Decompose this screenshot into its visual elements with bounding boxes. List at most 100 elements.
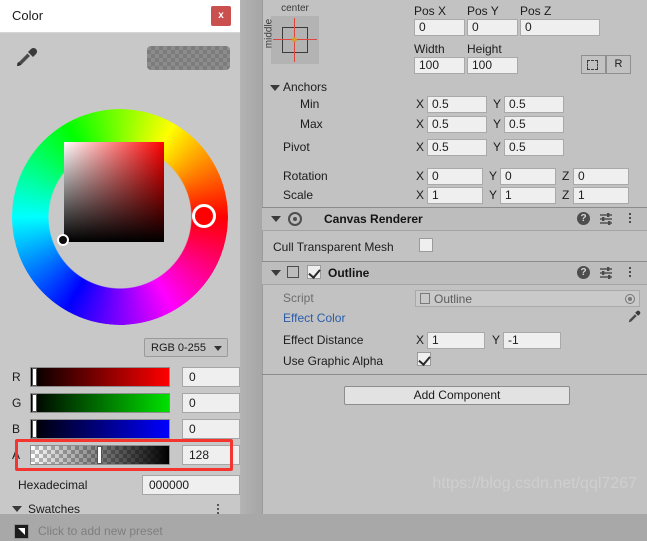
hexadecimal-label: Hexadecimal bbox=[18, 478, 88, 492]
rotation-axis-y: Y bbox=[489, 169, 498, 183]
chevron-down-icon[interactable] bbox=[270, 85, 280, 91]
scale-label: Scale bbox=[283, 188, 314, 202]
chevron-down-icon[interactable] bbox=[271, 270, 281, 276]
pos-x-field[interactable]: 0 bbox=[414, 19, 465, 36]
anchor-min-x-field[interactable]: 0.5 bbox=[427, 96, 487, 113]
effect-distance-x-field[interactable]: 1 bbox=[427, 332, 485, 349]
height-field[interactable]: 100 bbox=[467, 57, 518, 74]
channel-value-r[interactable]: 0 bbox=[182, 367, 240, 387]
scale-z-field[interactable]: 1 bbox=[573, 187, 629, 204]
hue-cursor-handle[interactable] bbox=[192, 204, 216, 228]
pos-y-field[interactable]: 0 bbox=[467, 19, 518, 36]
blueprint-mode-button[interactable] bbox=[581, 55, 606, 74]
pivot-x-field[interactable]: 0.5 bbox=[427, 139, 487, 156]
object-select-icon[interactable] bbox=[625, 294, 635, 304]
add-component-button[interactable]: Add Component bbox=[344, 386, 570, 405]
anchor-max-label: Max bbox=[300, 117, 323, 131]
channel-knob-b[interactable] bbox=[33, 421, 36, 437]
help-icon[interactable]: ? bbox=[577, 266, 590, 279]
anchor-pivot-dot bbox=[292, 37, 297, 42]
channel-label-r: R bbox=[12, 370, 21, 384]
kebab-menu-icon[interactable] bbox=[625, 211, 635, 226]
rotation-z-field[interactable]: 0 bbox=[573, 168, 629, 185]
cull-transparent-mesh-label: Cull Transparent Mesh bbox=[273, 240, 394, 254]
saturation-value-square[interactable] bbox=[64, 142, 164, 242]
channel-label-g: G bbox=[12, 396, 22, 410]
scale-x-field[interactable]: 1 bbox=[427, 187, 483, 204]
canvas-renderer-header[interactable]: Canvas Renderer ? bbox=[262, 207, 647, 231]
color-wheel[interactable] bbox=[12, 109, 228, 325]
anchor-min-label: Min bbox=[300, 97, 320, 111]
outline-header[interactable]: Outline ? bbox=[262, 261, 647, 285]
anchors-label: Anchors bbox=[283, 80, 328, 94]
raw-mode-button[interactable]: R bbox=[606, 55, 631, 74]
kebab-menu-icon[interactable] bbox=[625, 265, 635, 280]
screen-root: Color x RGB 0-255 R 0 G 0 B 0 A 128 Hexa… bbox=[0, 0, 647, 539]
pos-z-label: Pos Z bbox=[520, 4, 552, 18]
rotation-y-field[interactable]: 0 bbox=[500, 168, 556, 185]
add-preset-row[interactable]: Click to add new preset bbox=[14, 523, 228, 541]
outline-header-icons: ? bbox=[577, 266, 639, 280]
channel-slider-b[interactable] bbox=[30, 419, 170, 439]
cull-transparent-mesh-checkbox[interactable] bbox=[419, 238, 433, 252]
script-file-icon bbox=[420, 293, 430, 304]
anchor-preset-widget[interactable] bbox=[271, 16, 319, 64]
channel-slider-r[interactable] bbox=[30, 367, 170, 387]
channel-knob-r[interactable] bbox=[33, 369, 36, 385]
swatches-header[interactable]: Swatches bbox=[12, 501, 228, 519]
blueprint-mode-icon bbox=[587, 60, 598, 70]
preset-icon[interactable] bbox=[599, 212, 613, 225]
use-graphic-alpha-label: Use Graphic Alpha bbox=[283, 354, 384, 368]
width-field[interactable]: 100 bbox=[414, 57, 465, 74]
outline-title: Outline bbox=[328, 266, 370, 280]
scale-axis-x: X bbox=[416, 188, 425, 202]
add-preset-label: Click to add new preset bbox=[38, 524, 163, 538]
effect-color-label: Effect Color bbox=[283, 311, 346, 325]
channel-value-g[interactable]: 0 bbox=[182, 393, 240, 413]
effect-color-eyedropper-icon[interactable] bbox=[626, 309, 642, 325]
anchor-min-axis-x: X bbox=[416, 97, 425, 111]
anchor-max-y-field[interactable]: 0.5 bbox=[504, 116, 564, 133]
channel-value-alpha[interactable]: 128 bbox=[182, 445, 240, 465]
page-title: Color bbox=[12, 8, 44, 23]
channel-slider-g[interactable] bbox=[30, 393, 170, 413]
anchor-vertical-label: middle bbox=[263, 18, 275, 49]
effect-distance-axis-x: X bbox=[416, 333, 425, 347]
rotation-x-field[interactable]: 0 bbox=[427, 168, 483, 185]
outline-enabled-checkbox[interactable] bbox=[307, 265, 321, 279]
pos-y-label: Pos Y bbox=[467, 4, 499, 18]
channel-value-b[interactable]: 0 bbox=[182, 419, 240, 439]
color-mode-dropdown[interactable]: RGB 0-255 bbox=[144, 338, 228, 357]
scale-y-field[interactable]: 1 bbox=[500, 187, 556, 204]
eyedropper-icon[interactable] bbox=[12, 45, 38, 71]
effect-distance-label: Effect Distance bbox=[283, 333, 364, 347]
panel-gap bbox=[240, 0, 262, 514]
pos-z-field[interactable]: 0 bbox=[520, 19, 600, 36]
use-graphic-alpha-checkbox[interactable] bbox=[417, 352, 431, 366]
channel-slider-alpha[interactable] bbox=[30, 445, 170, 465]
channel-knob-g[interactable] bbox=[33, 395, 36, 411]
chevron-down-icon[interactable] bbox=[271, 216, 281, 222]
pivot-y-field[interactable]: 0.5 bbox=[504, 139, 564, 156]
preset-icon[interactable] bbox=[599, 266, 613, 279]
script-object-field[interactable]: Outline bbox=[415, 290, 640, 307]
rotation-axis-z: Z bbox=[562, 169, 570, 183]
channel-row-g: G 0 bbox=[12, 393, 240, 413]
section-divider bbox=[262, 374, 647, 375]
color-mode-label: RGB 0-255 bbox=[151, 342, 207, 354]
anchor-max-x-field[interactable]: 0.5 bbox=[427, 116, 487, 133]
watermark-text: https://blog.csdn.net/qql7267 bbox=[432, 475, 637, 492]
hexadecimal-input[interactable]: 000000 bbox=[142, 475, 240, 495]
effect-distance-y-field[interactable]: -1 bbox=[503, 332, 561, 349]
preset-swatch-icon bbox=[14, 524, 29, 539]
kebab-menu-icon[interactable] bbox=[212, 502, 224, 518]
color-preview-swatch[interactable] bbox=[147, 46, 230, 70]
channel-knob-alpha[interactable] bbox=[98, 447, 101, 463]
help-icon[interactable]: ? bbox=[577, 212, 590, 225]
anchor-min-y-field[interactable]: 0.5 bbox=[504, 96, 564, 113]
close-button[interactable]: x bbox=[211, 6, 231, 26]
anchor-min-axis-y: Y bbox=[493, 97, 502, 111]
sv-cursor-handle[interactable] bbox=[57, 234, 69, 246]
color-picker-dialog: Color x RGB 0-255 R 0 G 0 B 0 A 128 Hexa… bbox=[0, 0, 240, 539]
dialog-body: RGB 0-255 R 0 G 0 B 0 A 128 Hexadecimal … bbox=[0, 33, 240, 539]
